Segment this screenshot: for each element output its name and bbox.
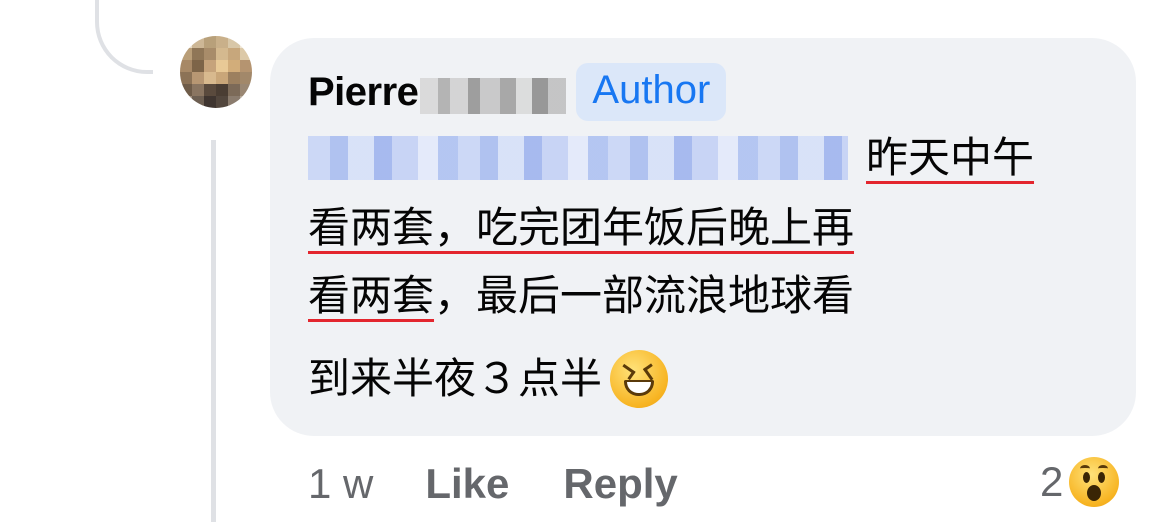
comment-text-line-1: 昨天中午 — [308, 130, 1034, 186]
thread-connector-curve — [95, 0, 153, 74]
mention-redacted[interactable] — [308, 136, 848, 180]
author-name[interactable]: Pierre — [308, 70, 419, 115]
comment-text-underlined-1: 昨天中午 — [866, 133, 1035, 182]
reaction-count: 2 — [1040, 458, 1064, 505]
like-button[interactable]: Like — [425, 460, 509, 508]
reaction-summary[interactable]: 2 — [1040, 454, 1120, 510]
reply-button[interactable]: Reply — [563, 460, 677, 508]
avatar[interactable] — [180, 36, 252, 108]
comment-thread: Pierre Author 昨天中午 看两套，吃完团年饭后晚上再 看两套，最后一… — [0, 0, 1170, 522]
comment-text-line-2: 看两套，吃完团年饭后晚上再 — [308, 200, 854, 256]
comment-header: Pierre Author — [308, 63, 727, 121]
author-badge: Author — [576, 63, 727, 121]
timestamp[interactable]: 1 w — [308, 460, 373, 508]
wow-reaction-icon — [1069, 457, 1120, 507]
author-name-redacted — [420, 78, 567, 114]
comment-text-line-3: 看两套，最后一部流浪地球看 — [308, 268, 854, 324]
comment-actions: 1 w Like Reply — [308, 456, 678, 512]
comment-text-underlined-3: 看两套 — [308, 271, 435, 320]
comment-text-line-4: 到来半夜３点半 — [308, 350, 669, 408]
comment-text-4: 到来半夜３点半 — [308, 354, 603, 403]
grinning-squinting-face-icon — [610, 350, 669, 408]
comment-text-underlined-2: 看两套，吃完团年饭后晚上再 — [308, 203, 855, 252]
thread-connector-line — [211, 140, 216, 522]
comment-text-rest-3: ，最后一部流浪地球看 — [434, 271, 855, 320]
